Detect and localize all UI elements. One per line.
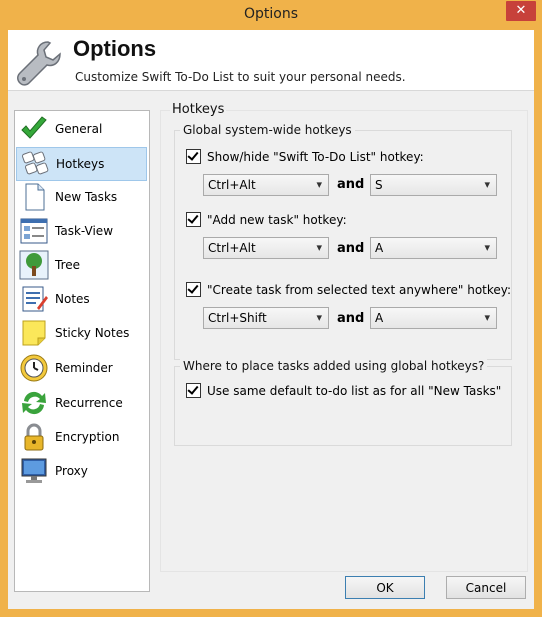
hotkey-showhide-checkbox[interactable] xyxy=(186,149,201,164)
page-subtitle: Customize Swift To-Do List to suit your … xyxy=(75,70,406,84)
notes-icon xyxy=(18,283,50,315)
recurrence-icon xyxy=(18,387,50,419)
nav-item-hotkeys[interactable]: Hotkeys xyxy=(16,147,147,181)
same-list-checkbox[interactable] xyxy=(186,383,201,398)
wrench-icon xyxy=(17,41,61,86)
nav-item-sticky-notes[interactable]: Sticky Notes xyxy=(16,317,147,349)
hotkey-createtask-label: "Create task from selected text anywhere… xyxy=(207,282,512,297)
place-tasks-group xyxy=(174,366,512,446)
nav-item-task-view[interactable]: Task-View xyxy=(16,215,147,247)
chevron-down-icon: ▾ xyxy=(484,241,490,254)
nav-item-notes[interactable]: Notes xyxy=(16,283,147,315)
options-window: Options ✕ Options Customize Swift To-Do … xyxy=(0,0,542,617)
chevron-down-icon: ▾ xyxy=(484,178,490,191)
page-title: Options xyxy=(73,36,157,61)
hotkey-addtask-label: "Add new task" hotkey: xyxy=(207,212,347,227)
tree-icon xyxy=(18,249,50,281)
global-hotkeys-title: Global system-wide hotkeys xyxy=(180,123,355,137)
hotkey-showhide-row[interactable]: Show/hide "Swift To-Do List" hotkey: xyxy=(186,149,424,164)
computer-icon xyxy=(18,455,50,487)
same-list-option-row[interactable]: Use same default to-do list as for all "… xyxy=(186,383,501,398)
hotkey-showhide-key-select[interactable]: S ▾ xyxy=(370,174,497,196)
nav-item-proxy[interactable]: Proxy xyxy=(16,455,147,487)
chevron-down-icon: ▾ xyxy=(316,311,322,324)
nav-item-reminder[interactable]: Reminder xyxy=(16,352,147,384)
hotkey-addtask-key-select[interactable]: A ▾ xyxy=(370,237,497,259)
hotkey-addtask-checkbox[interactable] xyxy=(186,212,201,227)
hotkey-createtask-checkbox[interactable] xyxy=(186,282,201,297)
header: Options Customize Swift To-Do List to su… xyxy=(8,30,534,91)
ok-button[interactable]: OK xyxy=(345,576,425,599)
nav-item-recurrence[interactable]: Recurrence xyxy=(16,387,147,419)
close-icon: ✕ xyxy=(515,3,527,18)
hotkey-addtask-row[interactable]: "Add new task" hotkey: xyxy=(186,212,347,227)
dialog-client: Options Customize Swift To-Do List to su… xyxy=(8,30,534,609)
hotkey-addtask-modifier-select[interactable]: Ctrl+Alt ▾ xyxy=(203,237,329,259)
and-label: and xyxy=(337,177,365,192)
hotkey-createtask-row[interactable]: "Create task from selected text anywhere… xyxy=(186,282,511,297)
nav-item-tree[interactable]: Tree xyxy=(16,249,147,281)
chevron-down-icon: ▾ xyxy=(484,311,490,324)
nav-item-encryption[interactable]: Encryption xyxy=(16,421,147,453)
nav-item-general[interactable]: General xyxy=(16,113,147,145)
same-list-label: Use same default to-do list as for all "… xyxy=(207,383,502,398)
hotkey-createtask-key-select[interactable]: A ▾ xyxy=(370,307,497,329)
options-nav: General Hotkeys New Tasks Task-View Tree… xyxy=(14,110,150,592)
chevron-down-icon: ▾ xyxy=(316,178,322,191)
cancel-button[interactable]: Cancel xyxy=(446,576,526,599)
hotkey-showhide-modifier-select[interactable]: Ctrl+Alt ▾ xyxy=(203,174,329,196)
hotkey-createtask-modifier-select[interactable]: Ctrl+Shift ▾ xyxy=(203,307,329,329)
hotkey-showhide-label: Show/hide "Swift To-Do List" hotkey: xyxy=(207,149,424,164)
and-label: and xyxy=(337,241,365,256)
lock-icon xyxy=(18,421,50,453)
keyboard-icon xyxy=(19,148,51,180)
checkmark-icon xyxy=(18,113,50,145)
place-tasks-title: Where to place tasks added using global … xyxy=(180,359,488,373)
sticky-note-icon xyxy=(18,317,50,349)
window-title: Options xyxy=(243,6,299,22)
document-icon xyxy=(18,181,50,213)
clock-icon xyxy=(18,352,50,384)
and-label: and xyxy=(337,311,365,326)
close-button[interactable]: ✕ xyxy=(506,1,536,21)
nav-item-new-tasks[interactable]: New Tasks xyxy=(16,181,147,213)
panel-title: Hotkeys xyxy=(170,102,227,117)
chevron-down-icon: ▾ xyxy=(316,241,322,254)
window-icon xyxy=(18,215,50,247)
title-bar: Options ✕ xyxy=(0,0,542,30)
